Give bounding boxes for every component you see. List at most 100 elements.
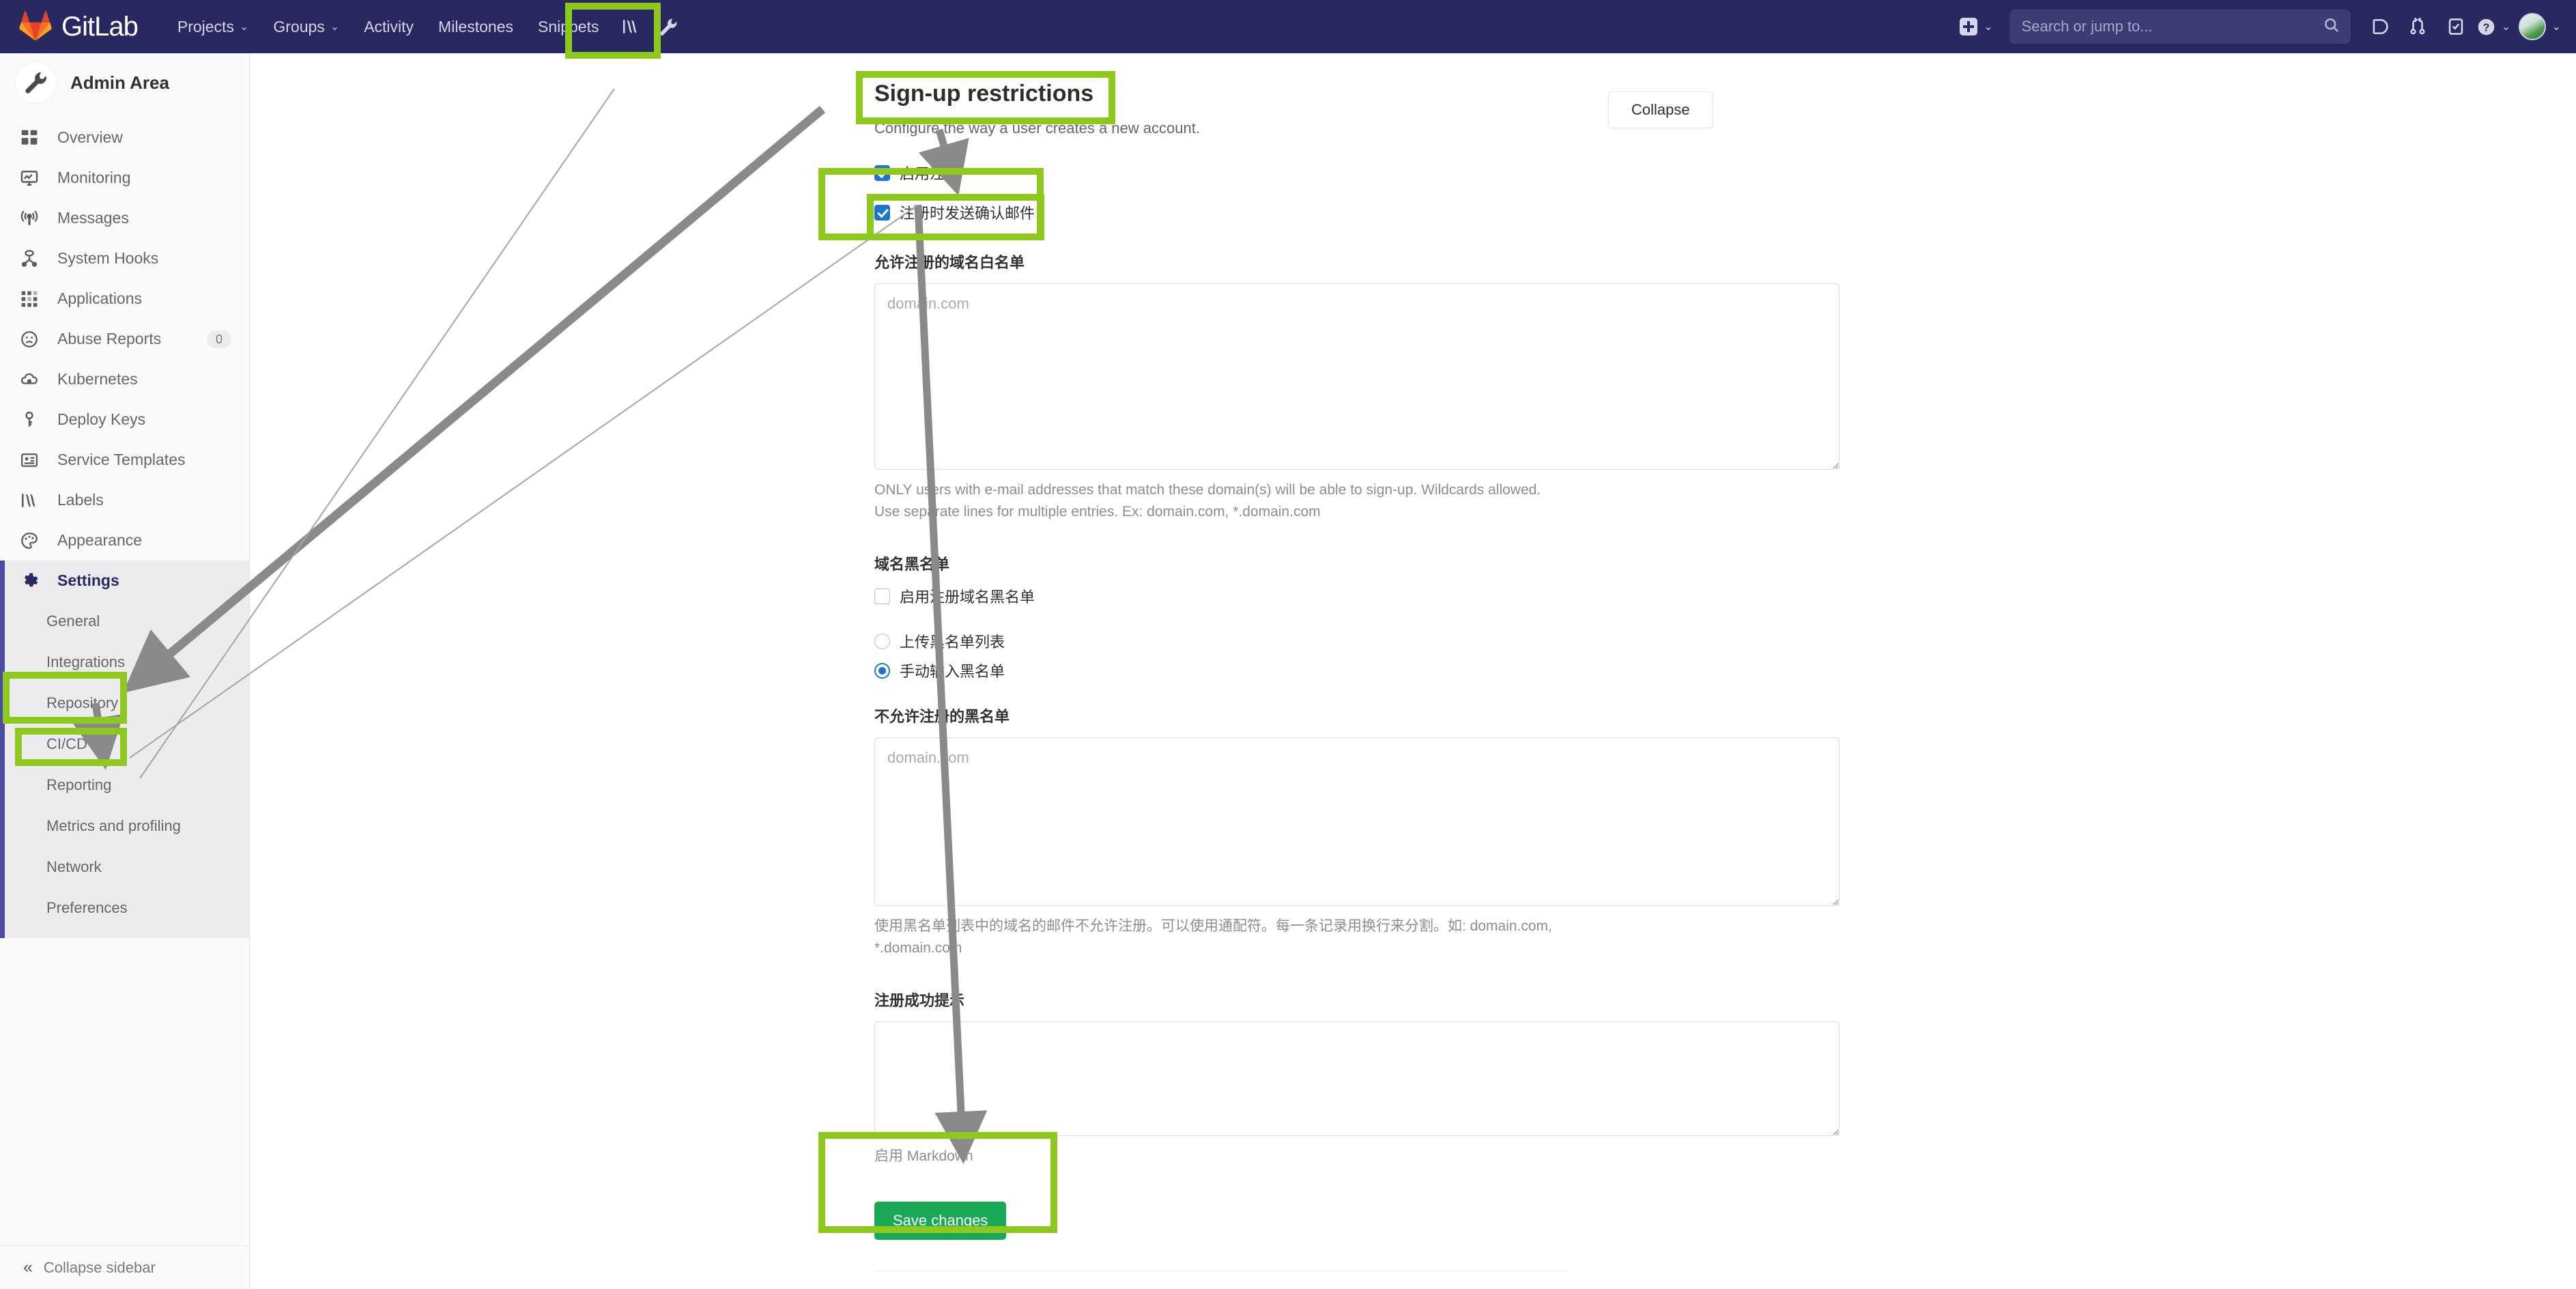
collapse-sidebar-button[interactable]: « Collapse sidebar <box>0 1245 249 1289</box>
sidebar-item-kubernetes[interactable]: Kubernetes <box>0 359 249 399</box>
main-content: Sign-up restrictions Configure the way a… <box>250 53 2576 1289</box>
send-confirm-email-row[interactable]: 注册时发送确认邮件 <box>874 201 1567 223</box>
nav-projects[interactable]: Projects ⌄ <box>165 0 261 53</box>
sidebar-item-label: Appearance <box>57 531 143 549</box>
broadcast-icon <box>20 210 44 227</box>
sidebar-item-settings[interactable]: Settings <box>0 561 249 601</box>
key-icon <box>20 411 44 429</box>
send-confirm-email-label: 注册时发送确认邮件 <box>900 205 1035 222</box>
sidebar-item-label: Monitoring <box>57 169 131 186</box>
blacklist-help-text: 使用黑名单列表中的域名的邮件不允许注册。可以使用通配符。每一条记录用换行来分割。… <box>874 918 1552 956</box>
settings-subnav: General Integrations Repository CI/CD Re… <box>0 601 249 938</box>
gitlab-brand[interactable]: GitLab <box>19 10 139 44</box>
sidebar-subitem-integrations[interactable]: Integrations <box>0 642 249 683</box>
nav-groups-label: Groups <box>273 17 325 36</box>
sidebar-item-service-templates[interactable]: Service Templates <box>0 440 249 480</box>
nav-groups[interactable]: Groups ⌄ <box>261 0 352 53</box>
sidebar-item-label: System Hooks <box>57 249 159 267</box>
todos-icon[interactable] <box>2360 0 2399 53</box>
sidebar-item-labels[interactable]: Labels <box>0 480 249 520</box>
enable-signup-checkbox[interactable] <box>874 165 890 181</box>
top-navbar: GitLab Projects ⌄ Groups ⌄ Activity Mile… <box>0 0 2576 53</box>
sidebar-item-system-hooks[interactable]: System Hooks <box>0 238 249 279</box>
merge-requests-icon[interactable] <box>2399 0 2437 53</box>
collapse-sidebar-label: Collapse sidebar <box>43 1258 156 1276</box>
upload-blacklist-radio[interactable] <box>874 633 890 649</box>
sidebar-item-messages[interactable]: Messages <box>0 198 249 238</box>
svg-text:?: ? <box>2482 21 2489 33</box>
sidebar-subitem-reporting[interactable]: Reporting <box>0 765 249 806</box>
whitelist-help-text: ONLY users with e-mail addresses that ma… <box>874 482 1541 520</box>
sidebar-title: Admin Area <box>70 72 169 93</box>
avatar <box>2518 13 2546 40</box>
enable-blacklist-label: 启用注册域名黑名单 <box>900 589 1035 606</box>
sidebar-item-overview[interactable]: Overview <box>0 117 249 158</box>
sidebar-subitem-metrics[interactable]: Metrics and profiling <box>0 806 249 847</box>
blacklist-heading: 域名黑名单 <box>874 556 950 573</box>
sidebar-item-deploy-keys[interactable]: Deploy Keys <box>0 399 249 440</box>
nav-activity[interactable]: Activity <box>352 0 426 53</box>
send-confirm-email-checkbox[interactable] <box>874 204 890 221</box>
sidebar-item-abuse-reports[interactable]: Abuse Reports 0 <box>0 319 249 359</box>
save-changes-button[interactable]: Save changes <box>874 1201 1007 1240</box>
sidebar-item-label: Labels <box>57 491 104 509</box>
sidebar-item-label: Applications <box>57 289 143 307</box>
search-input[interactable] <box>2020 17 2323 36</box>
admin-sidebar: Admin Area Overview Monitoring Messages … <box>0 53 250 1289</box>
sidebar-item-label: Deploy Keys <box>57 410 146 428</box>
abuse-face-icon <box>20 330 44 348</box>
plus-square-icon <box>1960 18 1978 36</box>
nav-milestones[interactable]: Milestones <box>426 0 526 53</box>
sidebar-subitem-cicd[interactable]: CI/CD <box>0 724 249 765</box>
signin-restrictions-section: Sign-in restrictions Expand <box>250 1272 2576 1289</box>
page-description: Configure the way a user creates a new a… <box>874 119 1200 137</box>
brand-name: GitLab <box>61 11 139 42</box>
nav-snippets[interactable]: Snippets <box>526 0 612 53</box>
help-question-icon[interactable]: ? ⌄ <box>2475 0 2513 53</box>
sidebar-item-label: Settings <box>57 571 119 589</box>
page-title: Sign-up restrictions <box>874 81 1094 107</box>
sidebar-subitem-preferences[interactable]: Preferences <box>0 888 249 929</box>
nav-projects-label: Projects <box>177 17 234 36</box>
sidebar-header: Admin Area <box>0 53 249 112</box>
abuse-reports-badge: 0 <box>206 330 231 348</box>
enable-signup-row[interactable]: 启用注册 <box>874 162 1567 184</box>
sidebar-items: Overview Monitoring Messages System Hook… <box>0 112 249 938</box>
sidebar-subitem-general[interactable]: General <box>0 601 249 642</box>
sidebar-subitem-network[interactable]: Network <box>0 847 249 888</box>
sidebar-item-label: Messages <box>57 209 129 227</box>
chevron-down-icon: ⌄ <box>2551 21 2561 33</box>
sidebar-item-monitoring[interactable]: Monitoring <box>0 158 249 198</box>
upload-blacklist-row[interactable]: 上传黑名单列表 <box>874 630 1567 652</box>
upload-blacklist-label: 上传黑名单列表 <box>900 634 1005 651</box>
sidebar-item-appearance[interactable]: Appearance <box>0 520 249 561</box>
hook-icon <box>20 249 44 268</box>
sidebar-item-label: Kubernetes <box>57 370 138 388</box>
chevron-down-icon: ⌄ <box>239 21 249 33</box>
applications-grid-icon <box>20 290 44 308</box>
manual-blacklist-radio[interactable] <box>874 662 890 679</box>
overview-grid-icon <box>20 129 44 147</box>
template-icon <box>20 451 44 469</box>
issues-icon[interactable] <box>2437 0 2475 53</box>
chevron-down-icon: ⌄ <box>330 21 340 33</box>
double-chevron-left-icon: « <box>23 1258 33 1277</box>
labels-icon[interactable] <box>612 0 650 53</box>
user-menu[interactable]: ⌄ <box>2518 13 2561 40</box>
signup-success-label: 注册成功提示 <box>874 992 965 1009</box>
wrench-icon <box>15 61 57 104</box>
collapse-section-button[interactable]: Collapse <box>1608 91 1713 128</box>
manual-blacklist-row[interactable]: 手动输入黑名单 <box>874 660 1567 681</box>
gear-icon <box>20 572 44 590</box>
new-dropdown-button[interactable]: ⌄ <box>1949 18 1999 36</box>
enable-blacklist-checkbox[interactable] <box>874 588 890 604</box>
search-box[interactable] <box>2009 10 2351 44</box>
sidebar-item-applications[interactable]: Applications <box>0 279 249 319</box>
kubernetes-cloud-icon <box>20 371 44 388</box>
chevron-down-icon: ⌄ <box>2501 21 2511 33</box>
signup-success-help-text: 启用 Markdown <box>874 1148 973 1164</box>
wrench-admin-icon[interactable] <box>650 0 688 53</box>
enable-blacklist-row[interactable]: 启用注册域名黑名单 <box>874 585 1567 607</box>
chevron-down-icon: ⌄ <box>1984 21 1993 33</box>
sidebar-subitem-repository[interactable]: Repository <box>0 683 249 724</box>
